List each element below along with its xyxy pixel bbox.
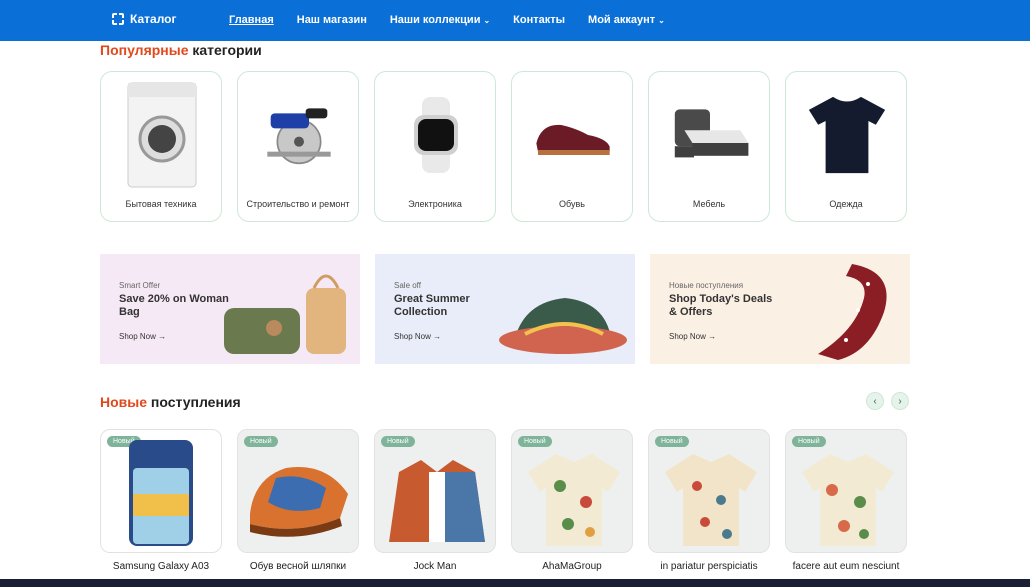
category-list: Бытовая техника Строительство и ремонт Э… [100, 71, 907, 222]
sandal-icon [250, 467, 348, 537]
circular-saw-icon [259, 80, 339, 190]
category-label: Одежда [829, 199, 863, 209]
promo-kicker: Новые поступления [669, 281, 744, 290]
product-card[interactable]: Новый [237, 429, 359, 553]
phone-icon [129, 440, 193, 546]
shoe-icon [533, 80, 613, 190]
bottom-bar [0, 579, 1030, 587]
nav-home[interactable]: Главная [229, 14, 274, 26]
promo-banners: Smart Offer Save 20% on Woman Bag Shop N… [100, 254, 910, 364]
promo-banner-bag[interactable]: Smart Offer Save 20% on Woman Bag Shop N… [100, 254, 360, 364]
smartwatch-icon [396, 80, 476, 190]
bucket-hat-icon [485, 254, 635, 364]
main-nav: Главная Наш магазин Наши коллекции ⌄ Конт… [229, 14, 665, 26]
nav-contacts[interactable]: Контакты [513, 14, 565, 26]
category-card-furniture[interactable]: Мебель [648, 71, 770, 222]
category-label: Электроника [408, 199, 462, 209]
handbag-icon [210, 254, 360, 364]
new-arrivals-title: Новые поступления [100, 394, 241, 410]
nav-account[interactable]: Мой аккаунт ⌄ [588, 14, 665, 26]
shop-now-link[interactable]: Shop Now → [394, 332, 441, 341]
shirt-icon [802, 454, 894, 546]
washing-machine-icon [122, 80, 202, 190]
shirt-icon [528, 454, 620, 546]
nav-collections[interactable]: Наши коллекции ⌄ [390, 14, 490, 26]
scarf-icon [760, 254, 910, 364]
product-name[interactable]: Samsung Galaxy A03 [100, 561, 222, 573]
chevron-down-icon: ⌄ [658, 16, 665, 25]
promo-kicker: Sale off [394, 281, 421, 290]
product-name[interactable]: AhaMaGroup [511, 561, 633, 573]
popular-categories-title: Популярные категории [100, 42, 262, 58]
jacket-icon [389, 460, 485, 542]
category-card-clothing[interactable]: Одежда [785, 71, 907, 222]
product-name[interactable]: Jock Man [374, 561, 496, 573]
category-label: Обувь [559, 199, 585, 209]
nav-shop[interactable]: Наш магазин [297, 14, 367, 26]
category-card-shoes[interactable]: Обувь [511, 71, 633, 222]
product-name[interactable]: Обув весной шляпки [237, 561, 359, 573]
bed-icon [670, 80, 750, 190]
promo-kicker: Smart Offer [119, 281, 161, 290]
product-card[interactable]: Новый [511, 429, 633, 553]
category-card-appliances[interactable]: Бытовая техника [100, 71, 222, 222]
category-card-electronics[interactable]: Электроника [374, 71, 496, 222]
product-card[interactable]: Новый [648, 429, 770, 553]
grid-icon [112, 13, 124, 25]
shop-now-link[interactable]: Shop Now → [119, 332, 166, 341]
promo-banner-deals[interactable]: Новые поступления Shop Today's Deals & O… [650, 254, 910, 364]
category-label: Строительство и ремонт [246, 199, 350, 209]
tshirt-icon [807, 80, 887, 190]
product-carousel: Новый Новый Новый Новый Новый Новый [100, 429, 907, 553]
promo-banner-summer[interactable]: Sale off Great Summer Collection Shop No… [375, 254, 635, 364]
product-card[interactable]: Новый [374, 429, 496, 553]
catalog-label: Каталог [130, 12, 177, 26]
product-card[interactable]: Новый [100, 429, 222, 553]
carousel-controls: ‹ › [866, 392, 909, 410]
category-card-construction[interactable]: Строительство и ремонт [237, 71, 359, 222]
category-label: Бытовая техника [125, 199, 197, 209]
shop-now-link[interactable]: Shop Now → [669, 332, 716, 341]
chevron-down-icon: ⌄ [483, 16, 491, 25]
catalog-menu-button[interactable]: Каталог [112, 12, 177, 26]
product-name[interactable]: in pariatur perspiciatis [648, 561, 770, 573]
category-label: Мебель [692, 199, 726, 209]
new-badge: Новый [244, 436, 278, 447]
shirt-icon [665, 454, 757, 546]
product-card[interactable]: Новый [785, 429, 907, 553]
carousel-next-button[interactable]: › [891, 392, 909, 410]
product-name[interactable]: facere aut eum nesciunt [785, 561, 907, 573]
carousel-prev-button[interactable]: ‹ [866, 392, 884, 410]
top-navigation-bar: Каталог Главная Наш магазин Наши коллекц… [0, 0, 1030, 41]
